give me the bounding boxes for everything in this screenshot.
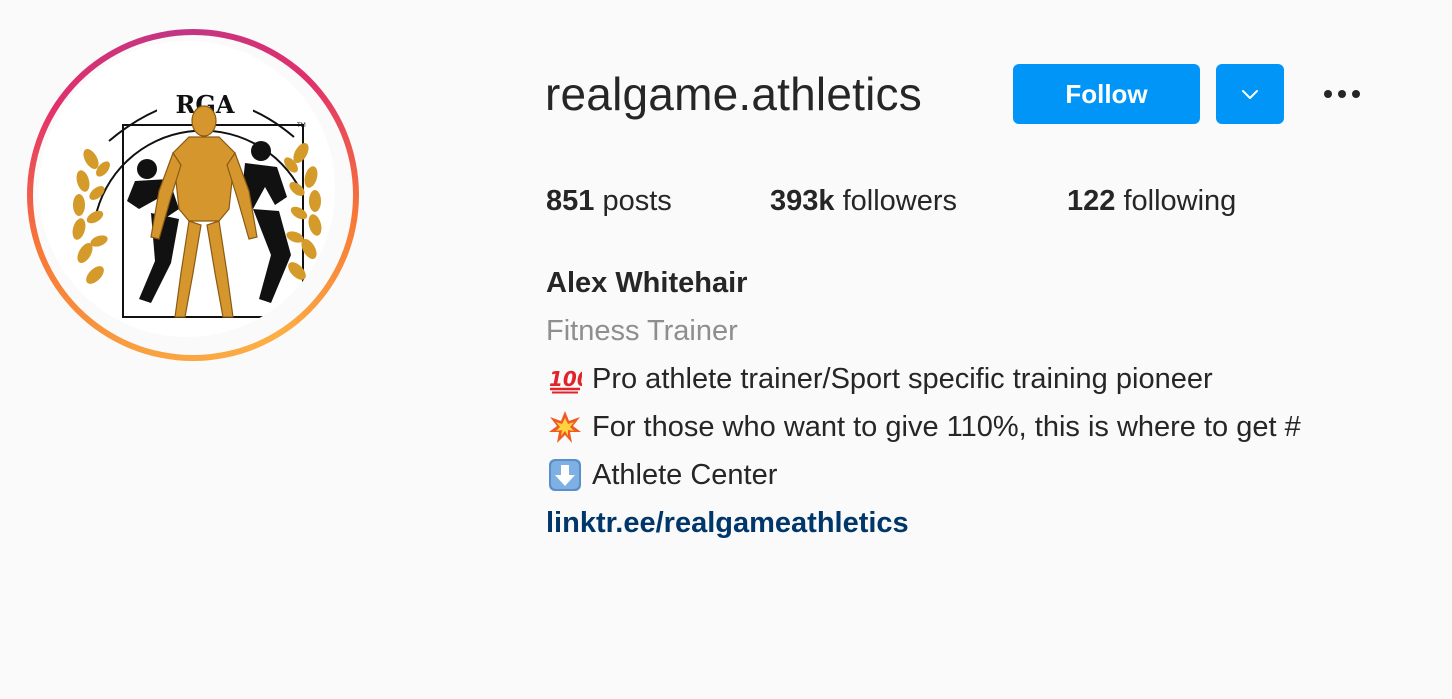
bio-external-link[interactable]: linktr.ee/realgameathletics	[546, 504, 909, 542]
svg-text:100: 100	[549, 367, 582, 391]
bio-line-3: Athlete Center	[546, 456, 777, 494]
collision-icon	[546, 408, 584, 446]
suggested-accounts-dropdown-button[interactable]	[1216, 64, 1284, 124]
bio-line-1: 100 Pro athlete trainer/Sport specific t…	[546, 360, 1213, 398]
rga-logo: RGA TM	[39, 41, 335, 337]
story-ring[interactable]: RGA TM	[27, 29, 359, 361]
posts-count: 851	[546, 185, 595, 217]
stat-posts: 851 posts	[546, 183, 672, 219]
down-arrow-icon	[546, 456, 584, 494]
profile-full-name: Alex Whitehair	[546, 267, 748, 299]
stat-followers[interactable]: 393k followers	[770, 183, 957, 219]
followers-label: followers	[834, 185, 958, 217]
posts-label: posts	[594, 185, 672, 217]
bio-line-2: For those who want to give 110%, this is…	[546, 408, 1373, 446]
more-options-icon	[1324, 90, 1360, 98]
bio-line-3-text: Athlete Center	[592, 459, 778, 491]
follow-button[interactable]: Follow	[1013, 64, 1200, 124]
chevron-down-icon	[1242, 90, 1258, 99]
profile-username: realgame.athletics	[545, 68, 922, 120]
bio-line-2-text: For those who want to give 110%, this is…	[592, 411, 1301, 443]
following-label: following	[1115, 185, 1237, 217]
svg-text:TM: TM	[296, 122, 306, 129]
stat-following[interactable]: 122 following	[1067, 183, 1236, 219]
more-options-button[interactable]	[1316, 78, 1368, 110]
following-count: 122	[1067, 185, 1116, 217]
avatar[interactable]: RGA TM	[39, 41, 335, 337]
profile-header: RGA TM realgame.athletics Follow 851 pos…	[0, 0, 1452, 699]
profile-category: Fitness Trainer	[546, 315, 738, 347]
bio-line-1-text: Pro athlete trainer/Sport specific train…	[592, 363, 1213, 395]
followers-count: 393k	[770, 185, 835, 217]
hundred-points-icon: 100	[546, 360, 584, 398]
